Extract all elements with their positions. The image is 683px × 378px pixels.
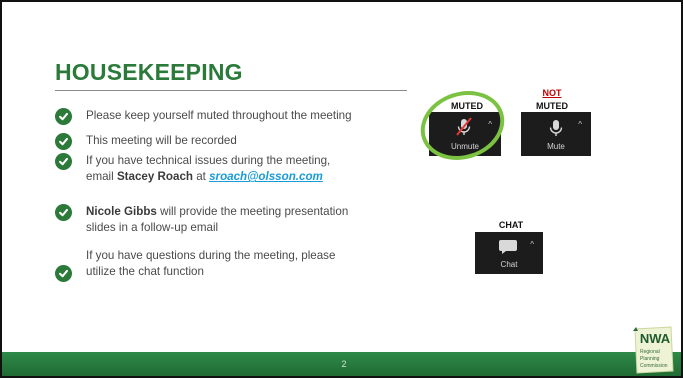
bullet-text: If you have technical issues during the … <box>86 153 330 185</box>
chat-button-label: Chat <box>500 260 518 269</box>
bullet-text: This meeting will be recorded <box>86 134 237 147</box>
email-link[interactable]: sroach@olsson.com <box>209 170 323 183</box>
bullet-item: If you have questions during the meeting… <box>55 248 335 282</box>
mute-button-label: Mute <box>547 142 565 151</box>
page-title: HOUSEKEEPING <box>55 59 243 85</box>
bullet-line: will provide the meeting presentation <box>156 205 349 218</box>
page-number: 2 <box>341 359 347 369</box>
bullet-line: utilize the chat function <box>86 265 204 278</box>
not-label: NOT <box>542 88 562 98</box>
chat-label: CHAT <box>498 220 524 230</box>
chat-bubble-icon <box>499 240 517 254</box>
bullet-item: If you have technical issues during the … <box>55 153 330 185</box>
bullet-item: Nicole Gibbs will provide the meeting pr… <box>55 204 348 236</box>
highlight-circle <box>411 80 514 171</box>
logo-text: NWA <box>639 331 671 346</box>
contact-name: Nicole Gibbs <box>86 205 157 218</box>
microphone-icon <box>549 120 563 136</box>
mute-button[interactable]: ^ Mute <box>521 112 591 156</box>
bullet-line: at <box>192 170 210 183</box>
checkmark-icon <box>55 204 72 221</box>
bullet-text: Please keep yourself muted throughout th… <box>86 109 352 122</box>
contact-name: Stacey Roach <box>116 170 193 183</box>
bullet-line: If you have questions during the meeting… <box>86 249 336 262</box>
logo-subtext: Regional <box>640 349 660 355</box>
logo-subtext: Planning <box>640 356 660 362</box>
bullet-line: slides in a follow-up email <box>86 221 219 234</box>
checkmark-icon <box>55 108 72 125</box>
slide: HOUSEKEEPING Please keep yourself muted … <box>0 0 683 378</box>
bullet-item: Please keep yourself muted throughout th… <box>55 108 352 125</box>
title-divider <box>55 90 407 91</box>
chevron-up-icon[interactable]: ^ <box>530 240 534 249</box>
chat-button[interactable]: ^ Chat <box>475 232 543 274</box>
bullet-text: Nicole Gibbs will provide the meeting pr… <box>86 204 348 236</box>
logo-subtext: Commission <box>640 363 668 369</box>
checkmark-icon <box>55 153 72 170</box>
not-muted-label: MUTED <box>536 101 568 111</box>
bullet-line: email <box>86 170 117 183</box>
nwa-logo: NWA Regional Planning Commission <box>631 325 675 375</box>
bullet-item: This meeting will be recorded <box>55 133 237 150</box>
bullet-text: If you have questions during the meeting… <box>86 248 335 280</box>
bullet-line: If you have technical issues during the … <box>86 154 331 167</box>
checkmark-icon <box>55 265 72 282</box>
chevron-up-icon[interactable]: ^ <box>578 120 582 129</box>
checkmark-icon <box>55 133 72 150</box>
